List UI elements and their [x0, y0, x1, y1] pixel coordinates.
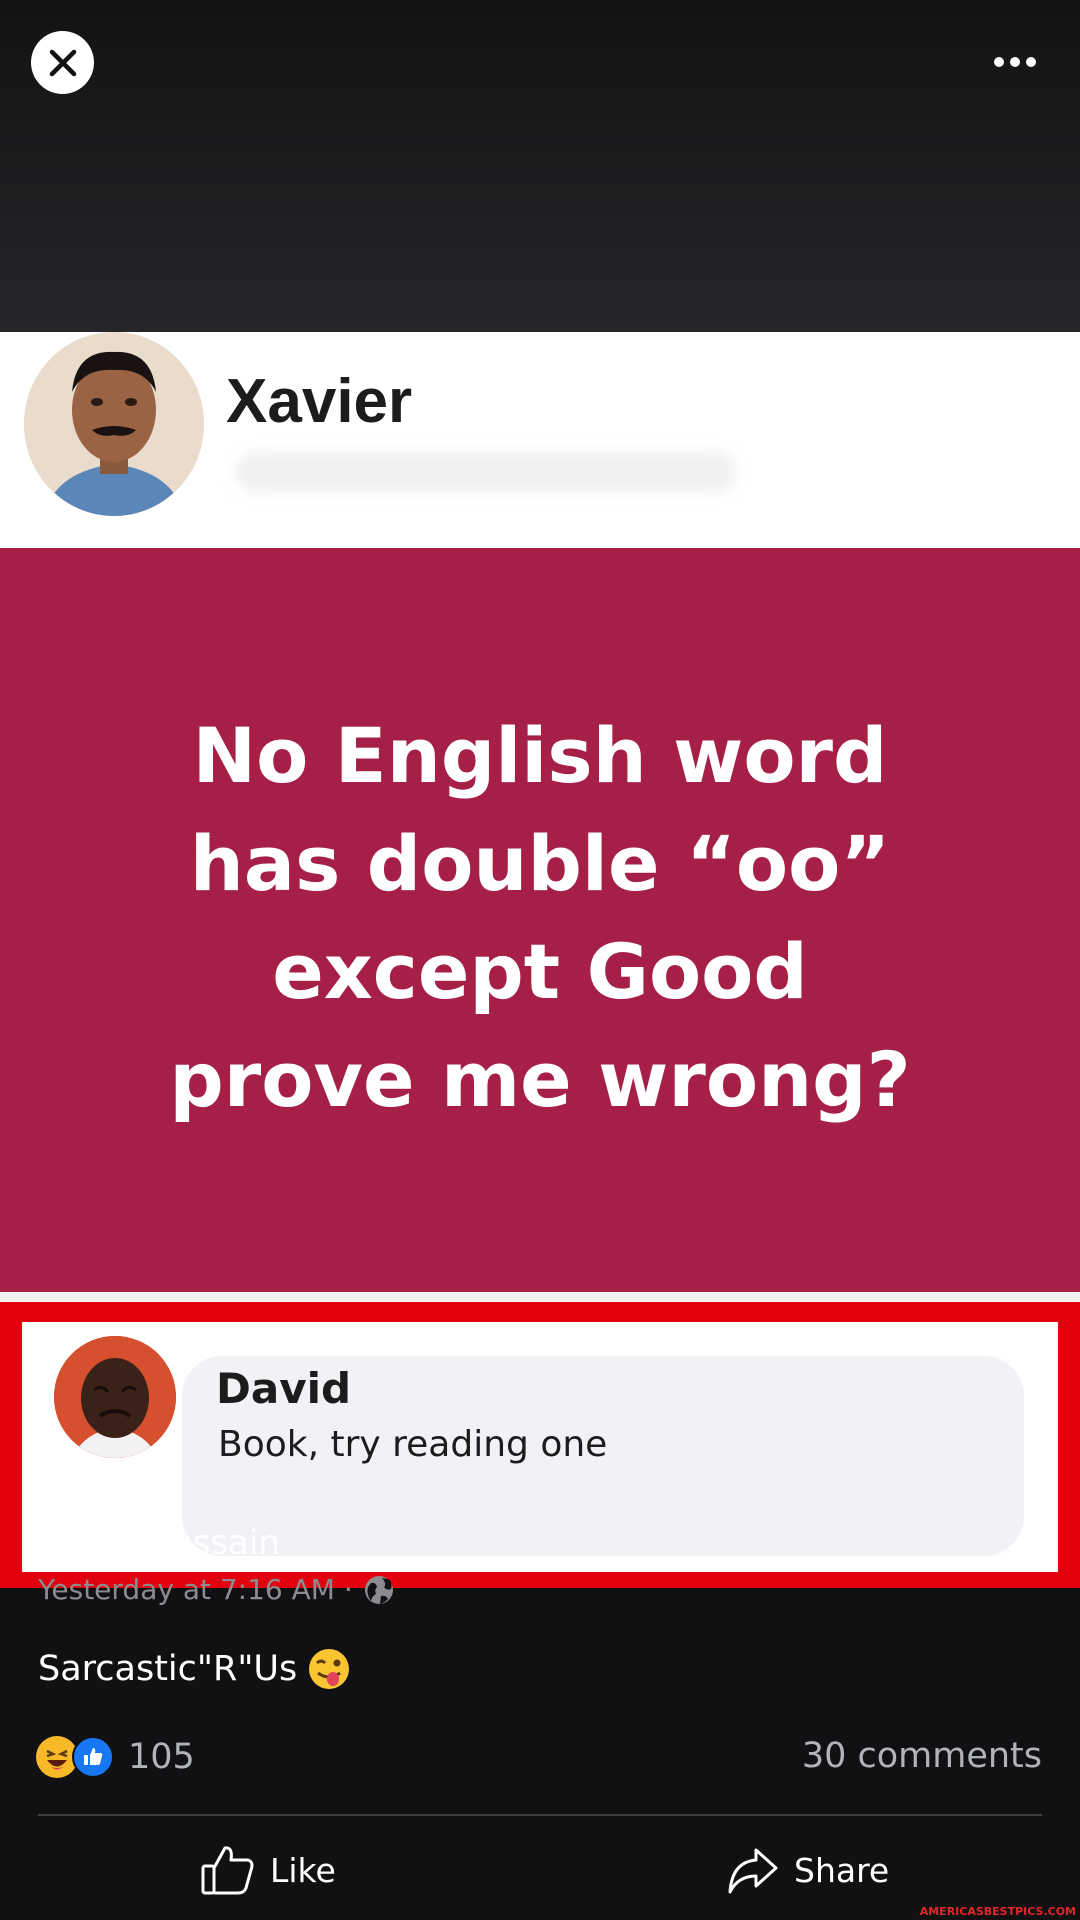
comment-text: Book, try reading one — [218, 1424, 608, 1465]
caption-text: Sarcastic"R"Us — [38, 1649, 298, 1689]
david-avatar — [54, 1336, 176, 1458]
quote-line: No English word — [192, 711, 888, 800]
poster-name[interactable]: Zahid Hussain — [38, 1523, 280, 1563]
close-button[interactable] — [31, 31, 94, 94]
like-reaction-icon — [72, 1736, 114, 1778]
like-button[interactable]: Like — [200, 1840, 336, 1900]
post-photo[interactable]: Xavier No English word has double “oo” e… — [0, 332, 1080, 1588]
winking-tongue-emoji-icon — [309, 1649, 350, 1689]
quote-line: prove me wrong? — [169, 1035, 911, 1124]
reaction-summary[interactable]: 105 — [36, 1736, 195, 1778]
image-author-bar: Xavier — [0, 332, 1080, 548]
quote-line: except Good — [272, 927, 808, 1016]
share-label: Share — [794, 1850, 890, 1890]
more-options-icon — [994, 57, 1004, 67]
post-timestamp: Yesterday at 7:16 AM · — [38, 1573, 395, 1606]
share-arrow-icon — [728, 1848, 778, 1894]
blurred-subtitle — [236, 452, 736, 492]
comments-count[interactable]: 30 comments — [802, 1736, 1042, 1776]
like-label: Like — [270, 1850, 336, 1890]
comment-bubble: David Book, try reading one — [182, 1356, 1024, 1556]
timestamp-text: Yesterday at 7:16 AM · — [38, 1573, 353, 1606]
globe-icon — [364, 1575, 393, 1604]
watermark: AMERICASBESTPICS.COM — [919, 1905, 1076, 1918]
photo-viewer-header — [0, 0, 1080, 332]
quote-line: has double “oo” — [189, 819, 891, 908]
share-button[interactable]: Share — [726, 1840, 889, 1900]
xavier-avatar — [24, 332, 204, 516]
comment-author: David — [216, 1364, 352, 1413]
image-author-name: Xavier — [226, 367, 413, 436]
close-icon — [49, 49, 76, 76]
post-caption: Sarcastic"R"Us — [38, 1647, 351, 1691]
more-options-button[interactable] — [985, 44, 1045, 80]
thumbs-up-icon — [201, 1846, 254, 1895]
reaction-count: 105 — [128, 1737, 195, 1777]
actions-divider — [38, 1814, 1042, 1816]
quote-text: No English word has double “oo” except G… — [0, 702, 1080, 1134]
